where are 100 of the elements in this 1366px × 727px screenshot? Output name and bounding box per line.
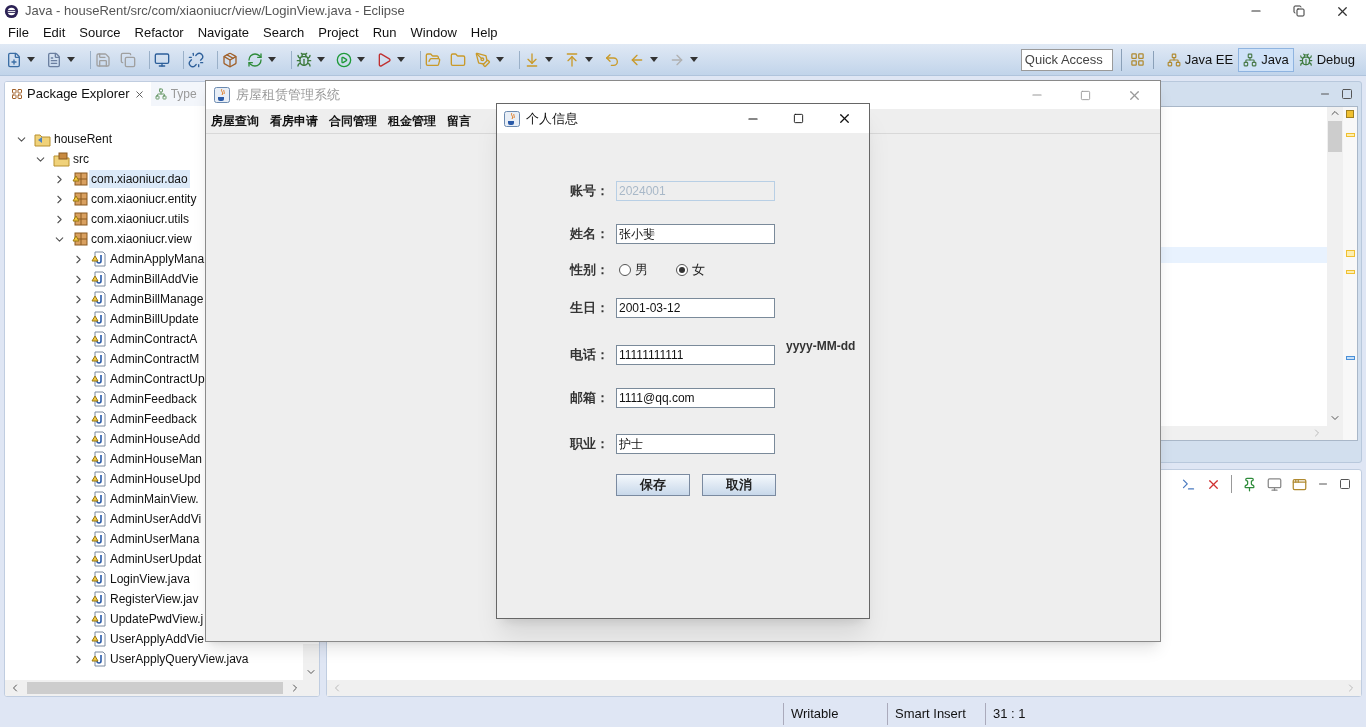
tree-item[interactable]: AdminContractA [108, 330, 200, 348]
tree-item[interactable]: AdminHouseAdd [108, 430, 203, 448]
text-field[interactable]: 护士 [616, 434, 775, 454]
dropdown-caret-icon[interactable] [397, 57, 405, 62]
tree-item[interactable]: AdminContractM [108, 350, 202, 368]
tree-item[interactable]: houseRent [52, 130, 115, 148]
maximize-view-icon[interactable] [1341, 88, 1353, 100]
java-file-icon [91, 251, 107, 267]
maximize-icon[interactable] [793, 113, 804, 124]
tree-item[interactable]: RegisterView.jav [108, 590, 201, 608]
tree-item[interactable]: AdminBillUpdate [108, 310, 201, 328]
dropdown-caret-icon[interactable] [317, 57, 325, 62]
view-tab[interactable]: Package Explorer [5, 82, 151, 106]
menu-item[interactable]: Search [256, 23, 312, 43]
tree-item[interactable]: UpdatePwdView.j [108, 610, 206, 628]
run-icon[interactable] [336, 51, 352, 68]
scrollbar-thumb[interactable] [27, 682, 283, 694]
run-external-icon[interactable] [376, 51, 392, 68]
tree-item[interactable]: UserApplyQueryView.java [108, 650, 251, 668]
dialog-button[interactable]: 保存 [616, 474, 690, 496]
maximize-view-icon[interactable] [1339, 478, 1351, 490]
package-icon [72, 231, 88, 247]
menu-item[interactable]: Navigate [190, 23, 256, 43]
tree-item[interactable]: AdminUserUpdat [108, 550, 204, 568]
radio-button[interactable] [619, 264, 631, 276]
close-icon[interactable] [837, 111, 852, 126]
tree-item[interactable]: AdminBillManage [108, 290, 206, 308]
menu-item[interactable]: Edit [35, 23, 73, 43]
text-field[interactable]: 2001-03-12 [616, 298, 775, 318]
menu-item[interactable]: 租金管理 [384, 112, 440, 130]
dropdown-caret-icon[interactable] [690, 57, 698, 62]
package-icon[interactable] [222, 51, 238, 68]
menu-item[interactable]: 合同管理 [325, 112, 381, 130]
hierarchy-icon [154, 88, 167, 100]
menu-item[interactable]: Refactor [127, 23, 191, 43]
tree-item[interactable]: AdminHouseUpd [108, 470, 203, 488]
new-class-icon[interactable] [46, 51, 62, 68]
menu-item[interactable]: Source [72, 23, 128, 43]
new-file-icon[interactable] [6, 51, 22, 68]
horizontal-scrollbar[interactable] [5, 680, 319, 696]
dropdown-caret-icon[interactable] [268, 57, 276, 62]
tree-item[interactable]: AdminUserAddVi [108, 510, 204, 528]
new-console-icon[interactable] [1292, 476, 1307, 492]
text-field[interactable]: 11111111111 [616, 345, 775, 365]
radio-button[interactable] [676, 264, 688, 276]
tree-item[interactable]: com.xiaoniucr.entity [89, 190, 199, 208]
tree-item[interactable]: AdminFeedback [108, 390, 199, 408]
java-file-icon [91, 511, 107, 527]
dropdown-caret-icon[interactable] [585, 57, 593, 62]
menu-item[interactable]: Run [365, 23, 404, 43]
text-field[interactable]: 1111@qq.com [616, 388, 775, 408]
unlink-icon[interactable] [188, 51, 204, 68]
tree-item[interactable]: AdminApplyMana [108, 250, 207, 268]
scrollbar-thumb[interactable] [1328, 121, 1342, 152]
dropdown-caret-icon[interactable] [496, 57, 504, 62]
date-format-hint: yyyy-MM-dd [786, 338, 856, 355]
dropdown-caret-icon[interactable] [67, 57, 75, 62]
tree-item[interactable]: com.xiaoniucr.utils [89, 210, 192, 228]
dropdown-caret-icon[interactable] [357, 57, 365, 62]
menu-item[interactable]: Window [403, 23, 464, 43]
vertical-scrollbar[interactable] [303, 644, 319, 680]
menu-item[interactable]: 看房申请 [266, 112, 322, 130]
menu-item[interactable]: 房屋查询 [207, 112, 263, 130]
tree-item[interactable]: AdminUserMana [108, 530, 202, 548]
dropdown-caret-icon[interactable] [650, 57, 658, 62]
radio-label: 男 [635, 261, 648, 280]
field-label: 姓名： [569, 225, 609, 244]
debug-icon[interactable] [296, 51, 312, 68]
restore-icon[interactable] [1293, 5, 1305, 17]
quick-access-field[interactable]: Quick Access [1020, 48, 1113, 71]
menu-item[interactable]: Help [463, 23, 505, 43]
tree-item[interactable]: com.xiaoniucr.dao [89, 170, 190, 188]
pin-icon[interactable] [1242, 476, 1257, 492]
perspective-button[interactable]: Java [1238, 47, 1294, 72]
menu-item[interactable]: File [1, 23, 36, 43]
console-icon[interactable] [1181, 476, 1196, 492]
dialog-button[interactable]: 取消 [702, 474, 776, 496]
java-file-icon [91, 531, 107, 547]
tree-item[interactable]: AdminFeedback [108, 410, 199, 428]
perspective-button[interactable]: Debug [1293, 47, 1360, 72]
tree-item[interactable]: AdminHouseMan [108, 450, 205, 468]
menu-item[interactable]: 留言 [443, 112, 475, 130]
perspective-button[interactable]: Java EE [1161, 47, 1239, 72]
tree-item[interactable]: LoginView.java [108, 570, 192, 588]
tree-item[interactable]: src [71, 150, 91, 168]
window-title: Java - houseRent/src/com/xiaoniucr/view/LoginView.java - Eclipse [25, 2, 405, 21]
display-icon[interactable] [1267, 476, 1282, 492]
text-field[interactable]: 张小斐 [616, 224, 775, 244]
dropdown-caret-icon[interactable] [545, 57, 553, 62]
monitor-icon[interactable] [154, 51, 170, 68]
tree-item[interactable]: AdminBillAddVie [108, 270, 201, 288]
tree-item[interactable]: AdminContractUp [108, 370, 207, 388]
menu-item[interactable]: Project [311, 23, 366, 43]
tree-item[interactable]: UserApplyAddVie [108, 630, 206, 648]
tree-item[interactable]: com.xiaoniucr.view [89, 230, 194, 248]
refresh-icon[interactable] [247, 51, 263, 68]
grid-icon [11, 88, 23, 100]
dropdown-caret-icon[interactable] [27, 57, 35, 62]
vertical-scrollbar[interactable] [1327, 107, 1343, 440]
tree-item[interactable]: AdminMainView. [108, 490, 201, 508]
